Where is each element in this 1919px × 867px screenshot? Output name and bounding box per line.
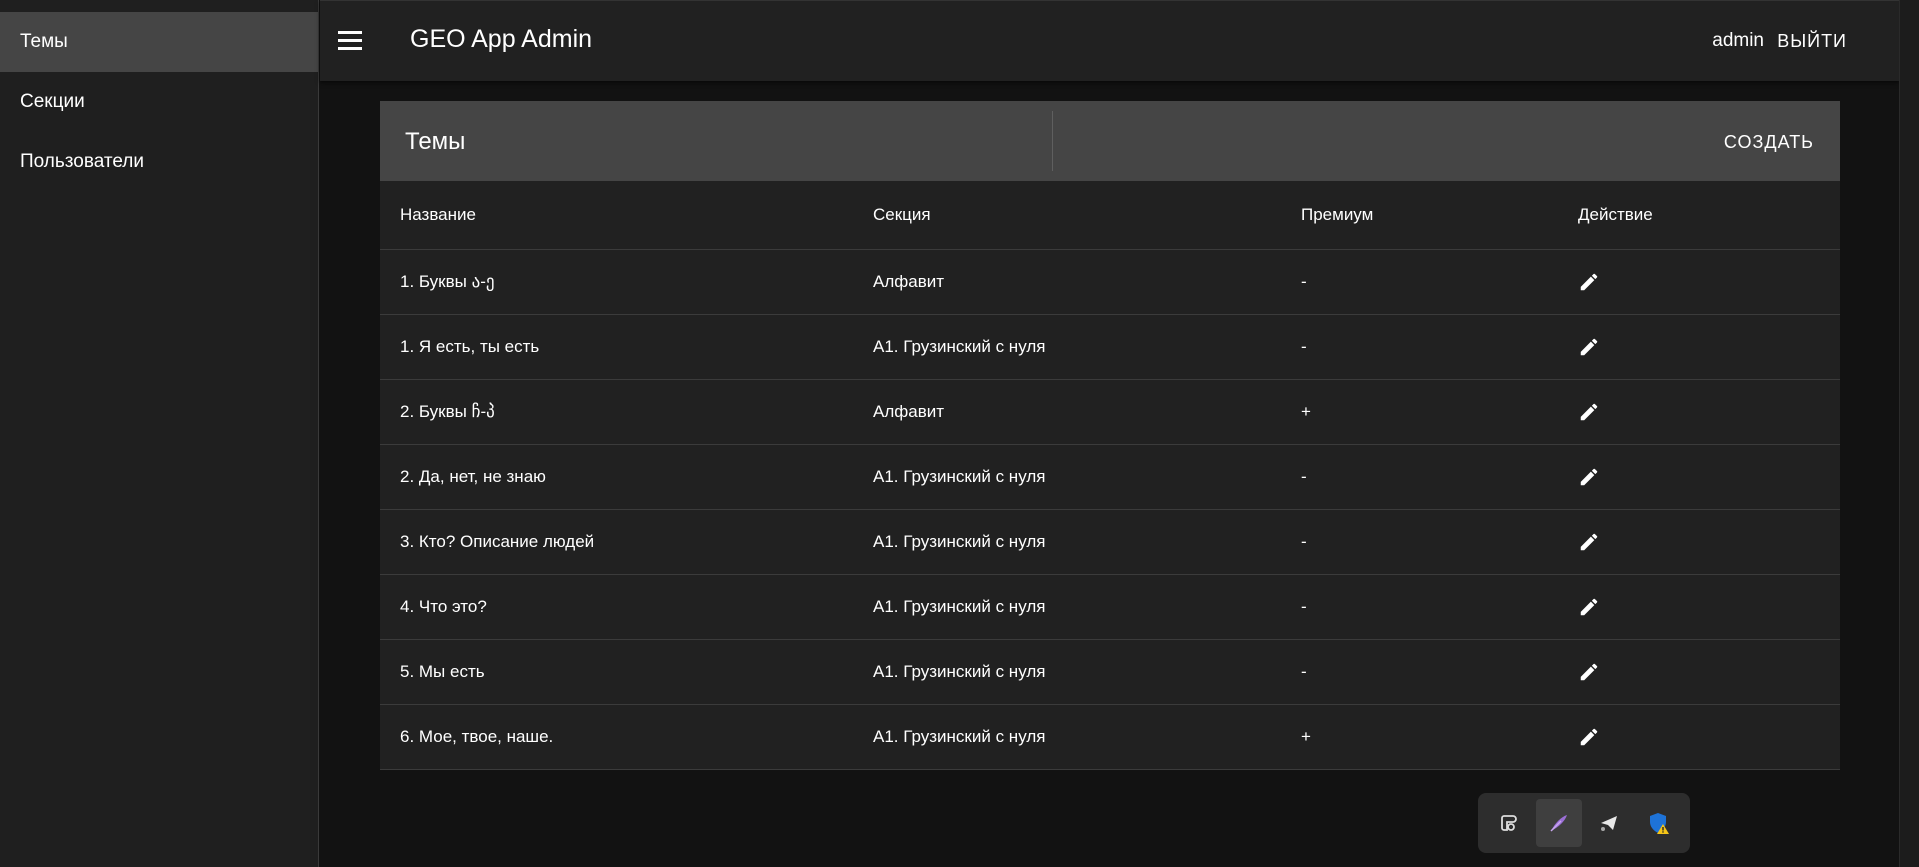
edit-pencil-icon[interactable] [1578,531,1600,553]
cell-section: А1. Грузинский с нуля [853,444,1281,510]
cell-section: А1. Грузинский с нуля [853,639,1281,705]
card-header: Темы СОЗДАТЬ [380,101,1840,181]
cell-name: 5. Мы есть [380,639,853,705]
cell-action [1558,704,1840,770]
cell-name: 2. Да, нет, не знаю [380,444,853,510]
cell-action [1558,444,1840,510]
cell-premium: - [1281,509,1558,575]
table-row: 2. Буквы ჩ-პ Алфавит + [380,379,1840,445]
logout-button[interactable]: ВЫЙТИ [1769,23,1855,59]
cell-action [1558,249,1840,315]
cell-section: А1. Грузинский с нуля [853,704,1281,770]
app-bar: GEO App Admin admin ВЫЙТИ [320,0,1899,81]
user-name: admin [1712,30,1764,51]
cell-section: Алфавит [853,249,1281,315]
cell-premium: - [1281,444,1558,510]
column-header-premium: Премиум [1281,181,1558,250]
cell-section: А1. Грузинский с нуля [853,574,1281,640]
cell-premium: + [1281,704,1558,770]
column-header-action: Действие [1558,181,1840,250]
cell-premium: + [1281,379,1558,445]
column-header-name: Название [380,181,853,250]
cell-name: 4. Что это? [380,574,853,640]
cell-action [1558,314,1840,380]
topics-card: Темы СОЗДАТЬ Название Секция Премиум Дей… [380,101,1840,770]
cell-action [1558,574,1840,640]
cell-name: 1. Буквы ა-ე [380,249,853,315]
edit-pencil-icon[interactable] [1578,596,1600,618]
extensions-toolbar [1478,793,1690,853]
cell-premium: - [1281,639,1558,705]
table-row: 2. Да, нет, не знаю А1. Грузинский с нуля… [380,444,1840,510]
cell-name: 1. Я есть, ты есть [380,314,853,380]
cell-premium: - [1281,249,1558,315]
app-title: GEO App Admin [410,25,593,53]
page-title: Темы [405,128,466,155]
table-row: 4. Что это? А1. Грузинский с нуля - [380,574,1840,640]
cell-action [1558,509,1840,575]
feather-extension-icon[interactable] [1536,799,1582,847]
telegram-send-icon[interactable] [1586,799,1632,847]
cell-action [1558,379,1840,445]
edit-pencil-icon[interactable] [1578,726,1600,748]
cell-premium: - [1281,314,1558,380]
cell-name: 6. Мое, твое, наше. [380,704,853,770]
table-header-row: Название Секция Премиум Действие [380,181,1840,250]
cell-section: Алфавит [853,379,1281,445]
cell-premium: - [1281,574,1558,640]
edit-pencil-icon[interactable] [1578,271,1600,293]
edit-pencil-icon[interactable] [1578,401,1600,423]
sidebar-item-topics[interactable]: Темы [0,12,318,72]
page-scrollbar[interactable] [1899,0,1919,867]
table-row: 5. Мы есть А1. Грузинский с нуля - [380,639,1840,705]
cell-section: А1. Грузинский с нуля [853,509,1281,575]
create-button[interactable]: СОЗДАТЬ [1724,125,1814,159]
cell-section: А1. Грузинский с нуля [853,314,1281,380]
shield-warning-icon[interactable] [1636,799,1682,847]
table-row: 1. Буквы ა-ე Алфавит - [380,249,1840,315]
table-row: 1. Я есть, ты есть А1. Грузинский с нуля - [380,314,1840,380]
cell-name: 3. Кто? Описание людей [380,509,853,575]
edit-pencil-icon[interactable] [1578,661,1600,683]
edit-pencil-icon[interactable] [1578,466,1600,488]
script-extension-icon[interactable] [1486,799,1532,847]
sidebar-item-users[interactable]: Пользователи [0,132,318,192]
edit-pencil-icon[interactable] [1578,336,1600,358]
menu-icon[interactable] [338,25,368,55]
sidebar: Темы Секции Пользователи [0,0,319,867]
sidebar-item-sections[interactable]: Секции [0,72,318,132]
column-header-section: Секция [853,181,1281,250]
topics-table: Название Секция Премиум Действие 1. Букв… [380,181,1840,770]
table-row: 6. Мое, твое, наше. А1. Грузинский с нуля… [380,704,1840,770]
header-divider [1052,111,1053,171]
cell-name: 2. Буквы ჩ-პ [380,379,853,445]
cell-action [1558,639,1840,705]
table-row: 3. Кто? Описание людей А1. Грузинский с н… [380,509,1840,575]
